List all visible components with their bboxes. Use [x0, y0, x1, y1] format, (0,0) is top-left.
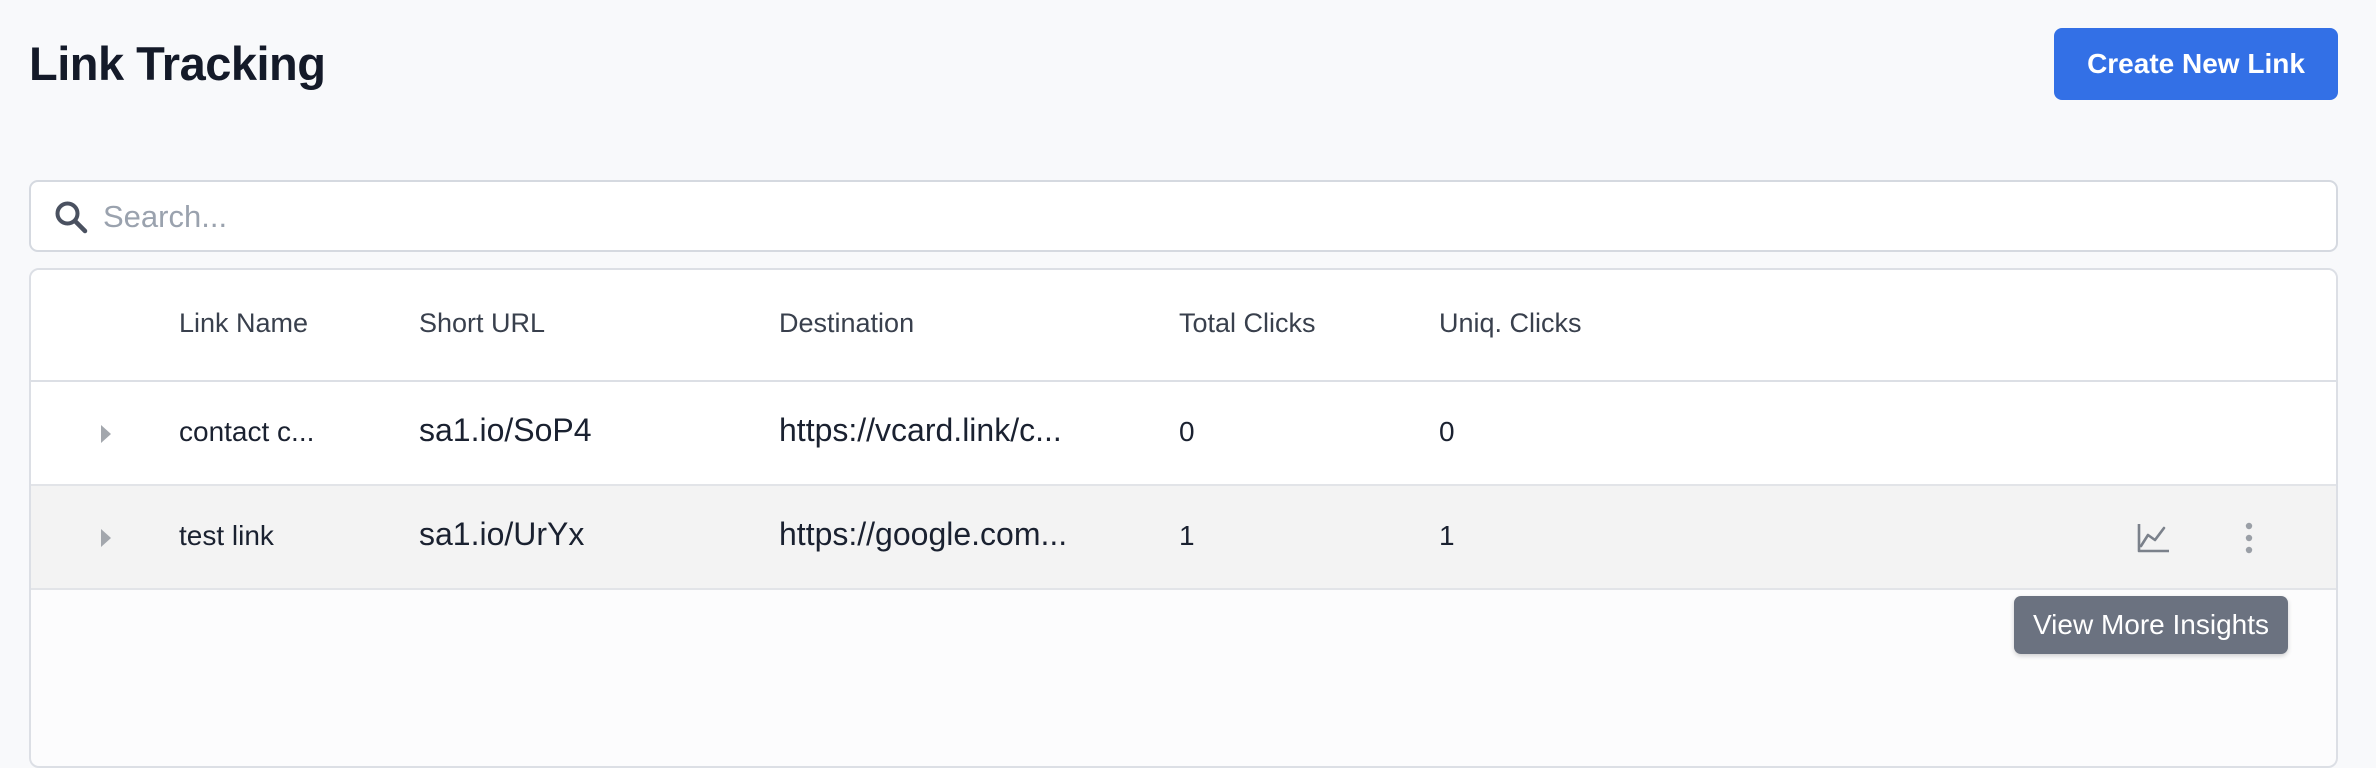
table-row[interactable]: test link sa1.io/UrYx https://google.com…	[31, 486, 2336, 590]
caret-right-icon[interactable]	[93, 422, 117, 446]
table-header: Link Name Short URL Destination Total Cl…	[31, 270, 2336, 382]
short-url-cell[interactable]: sa1.io/SoP4	[419, 412, 739, 449]
column-header-destination[interactable]: Destination	[779, 308, 914, 339]
column-header-short-url[interactable]: Short URL	[419, 308, 545, 339]
view-more-insights-tooltip: View More Insights	[2014, 596, 2288, 654]
unique-clicks-cell: 0	[1439, 416, 1455, 447]
table-row[interactable]: contact c... sa1.io/SoP4 https://vcard.l…	[31, 382, 2336, 486]
line-chart-icon[interactable]	[2131, 516, 2175, 560]
column-header-unique-clicks[interactable]: Uniq. Clicks	[1439, 308, 1582, 339]
link-name-cell: test link	[179, 520, 274, 551]
destination-cell[interactable]: https://vcard.link/c...	[779, 412, 1119, 449]
total-clicks-cell: 1	[1179, 520, 1195, 551]
vertical-ellipsis-icon[interactable]	[2227, 516, 2271, 560]
short-url-cell[interactable]: sa1.io/UrYx	[419, 516, 739, 553]
search-bar[interactable]	[29, 180, 2338, 252]
link-name-cell: contact c...	[179, 416, 315, 447]
links-table: Link Name Short URL Destination Total Cl…	[29, 268, 2338, 768]
unique-clicks-cell: 1	[1439, 520, 1455, 551]
search-icon	[55, 201, 88, 234]
destination-cell[interactable]: https://google.com...	[779, 516, 1119, 553]
create-new-link-button[interactable]: Create New Link	[2054, 28, 2338, 100]
column-header-total-clicks[interactable]: Total Clicks	[1179, 308, 1316, 339]
search-input[interactable]	[101, 188, 2305, 246]
column-header-link-name[interactable]: Link Name	[179, 308, 308, 339]
caret-right-icon[interactable]	[93, 526, 117, 550]
page-title: Link Tracking	[29, 37, 326, 90]
total-clicks-cell: 0	[1179, 416, 1195, 447]
